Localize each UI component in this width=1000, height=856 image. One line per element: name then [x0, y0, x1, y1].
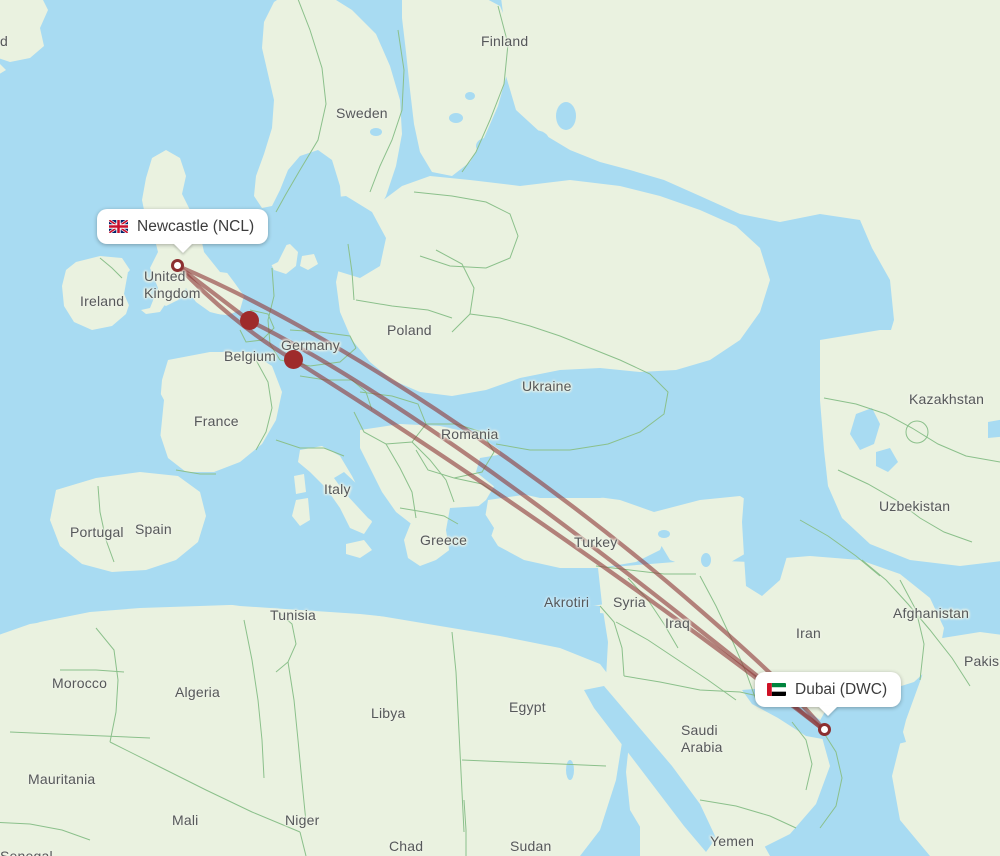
land-france — [160, 352, 282, 472]
land-central-asia — [820, 330, 1000, 566]
origin-tooltip-label: Newcastle (NCL) — [137, 218, 255, 235]
destination-tooltip-tail — [818, 706, 839, 716]
stopover-marker-2[interactable] — [284, 350, 303, 369]
land-denmark-isles — [300, 254, 318, 270]
lake-sweden-north — [370, 128, 382, 136]
lake-onega — [556, 102, 576, 130]
flag-united-kingdom-icon — [109, 220, 128, 233]
destination-tooltip-dubai[interactable]: Dubai (DWC) — [755, 672, 902, 716]
land-central-europe — [336, 176, 770, 396]
lake-finland-1 — [449, 113, 463, 123]
destination-tooltip-label: Dubai (DWC) — [795, 681, 888, 698]
stopover-marker-1[interactable] — [240, 311, 259, 330]
map-geography-layer — [0, 0, 1000, 856]
lake-vanern — [329, 210, 347, 222]
land-iberia — [50, 472, 206, 572]
land-iceland-south — [0, 64, 6, 74]
land-corsica — [294, 474, 306, 494]
water-biscay — [96, 374, 164, 456]
land-sicily — [346, 540, 372, 558]
lake-vattern — [351, 222, 361, 238]
destination-marker-dubai[interactable] — [818, 723, 831, 736]
land-sardinia — [292, 498, 310, 526]
lake-van — [658, 530, 670, 538]
water-gulf-oman — [836, 712, 906, 748]
flight-route-map[interactable]: d Finland Sweden Ireland United Kingdom Belgi… — [0, 0, 1000, 856]
lake-urmia — [701, 553, 711, 567]
origin-tooltip-tail — [172, 243, 193, 253]
lake-ladoga — [519, 130, 549, 150]
land-iceland — [0, 0, 48, 62]
origin-marker-newcastle[interactable] — [171, 259, 184, 272]
origin-tooltip-newcastle[interactable]: Newcastle (NCL) — [97, 209, 269, 253]
lake-finland-2 — [465, 92, 475, 100]
lake-nasser — [566, 760, 574, 780]
land-finland — [402, 0, 512, 176]
flag-united-arab-emirates-icon — [767, 683, 786, 696]
water-atlantic-left — [0, 298, 70, 634]
